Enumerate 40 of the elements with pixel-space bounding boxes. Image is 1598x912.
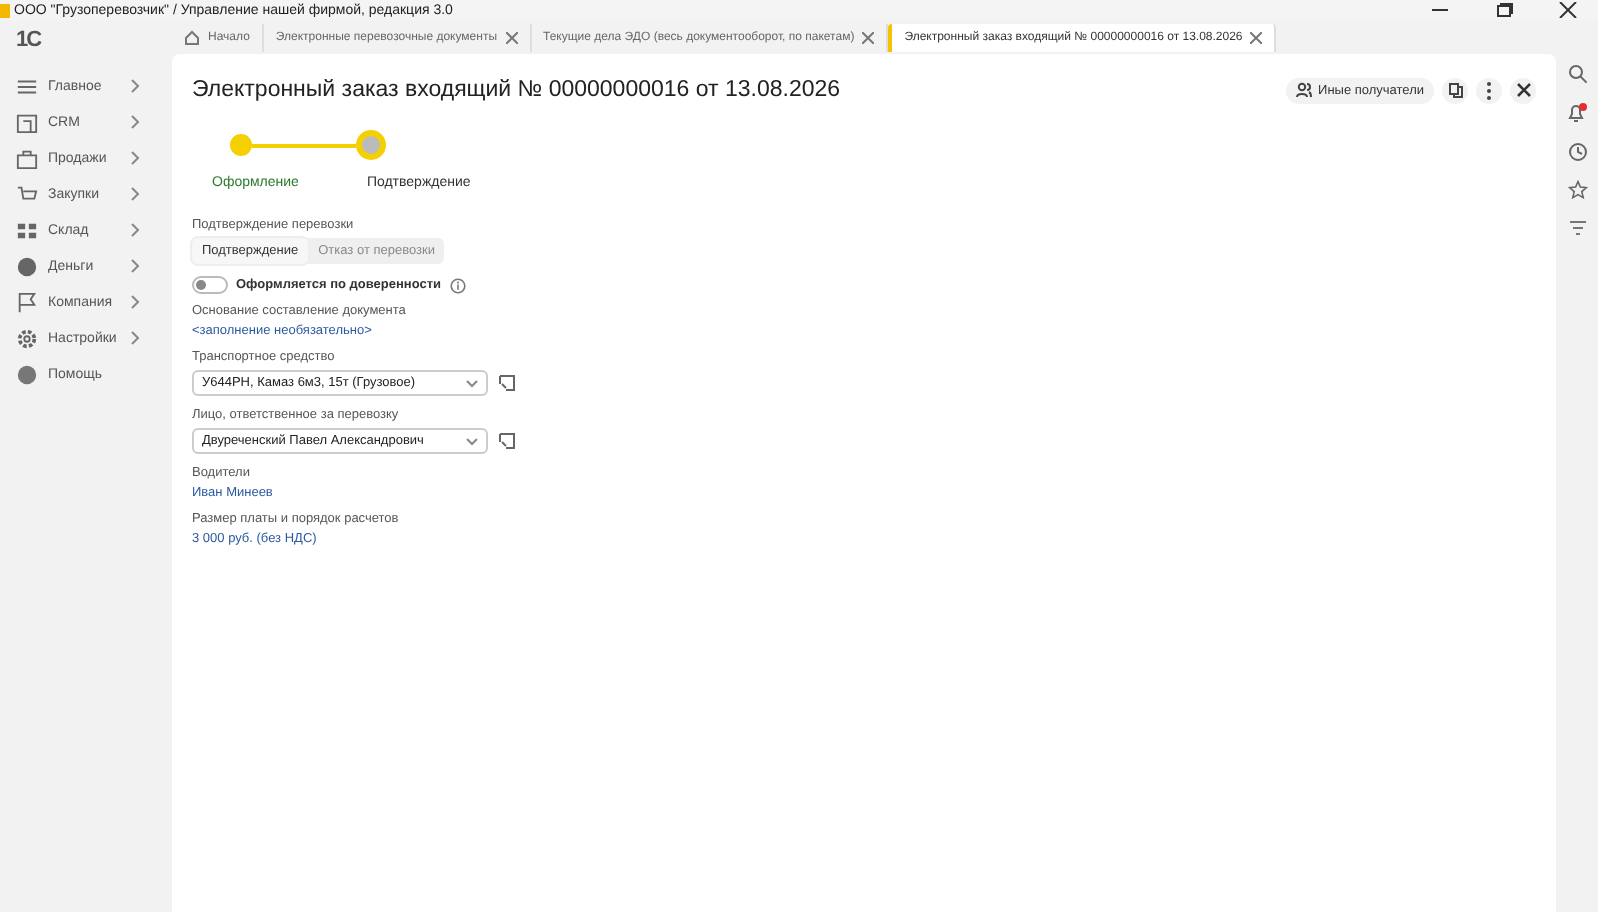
toggle-switch[interactable] [192,276,228,294]
chevron-icon [130,150,142,166]
flag-icon [16,291,38,313]
home-icon [184,29,200,45]
open-card-icon[interactable] [498,432,516,450]
cart-icon [16,183,38,205]
chevron-icon [130,222,142,238]
restore-icon[interactable] [1494,2,1514,18]
building-icon [16,111,38,133]
chevron-icon [130,330,142,346]
close-icon [1515,82,1531,98]
logo: 1С [16,26,41,56]
caret-icon [466,437,478,445]
open-card-icon[interactable] [498,374,516,392]
info-icon[interactable] [449,277,466,293]
more-icon [1486,81,1492,99]
close-button[interactable] [1510,77,1536,103]
history-icon[interactable] [1567,142,1587,162]
chevron-icon [130,78,142,94]
chevron-icon [130,186,142,202]
more-button[interactable] [1476,77,1502,103]
copy-button[interactable] [1442,77,1468,103]
filter-icon[interactable] [1567,218,1587,238]
chevron-icon [130,258,142,274]
close-icon[interactable] [1558,2,1578,18]
copy-icon [1447,82,1463,98]
search-icon[interactable] [1567,64,1587,84]
settings-icon [16,327,38,349]
chevron-icon [130,294,142,310]
bag-icon [16,147,38,169]
people-icon [1296,82,1313,98]
progress-line [252,143,356,147]
bell-icon[interactable] [1566,102,1588,124]
caret-icon [466,379,478,387]
star-icon[interactable] [1567,180,1587,200]
chevron-icon [130,114,142,130]
form-title: Электронный заказ входящий № 00000000016 от 13.08.2026 [192,78,841,102]
app-icon [0,3,10,17]
menu-icon [16,75,38,97]
grid-icon [16,219,38,241]
